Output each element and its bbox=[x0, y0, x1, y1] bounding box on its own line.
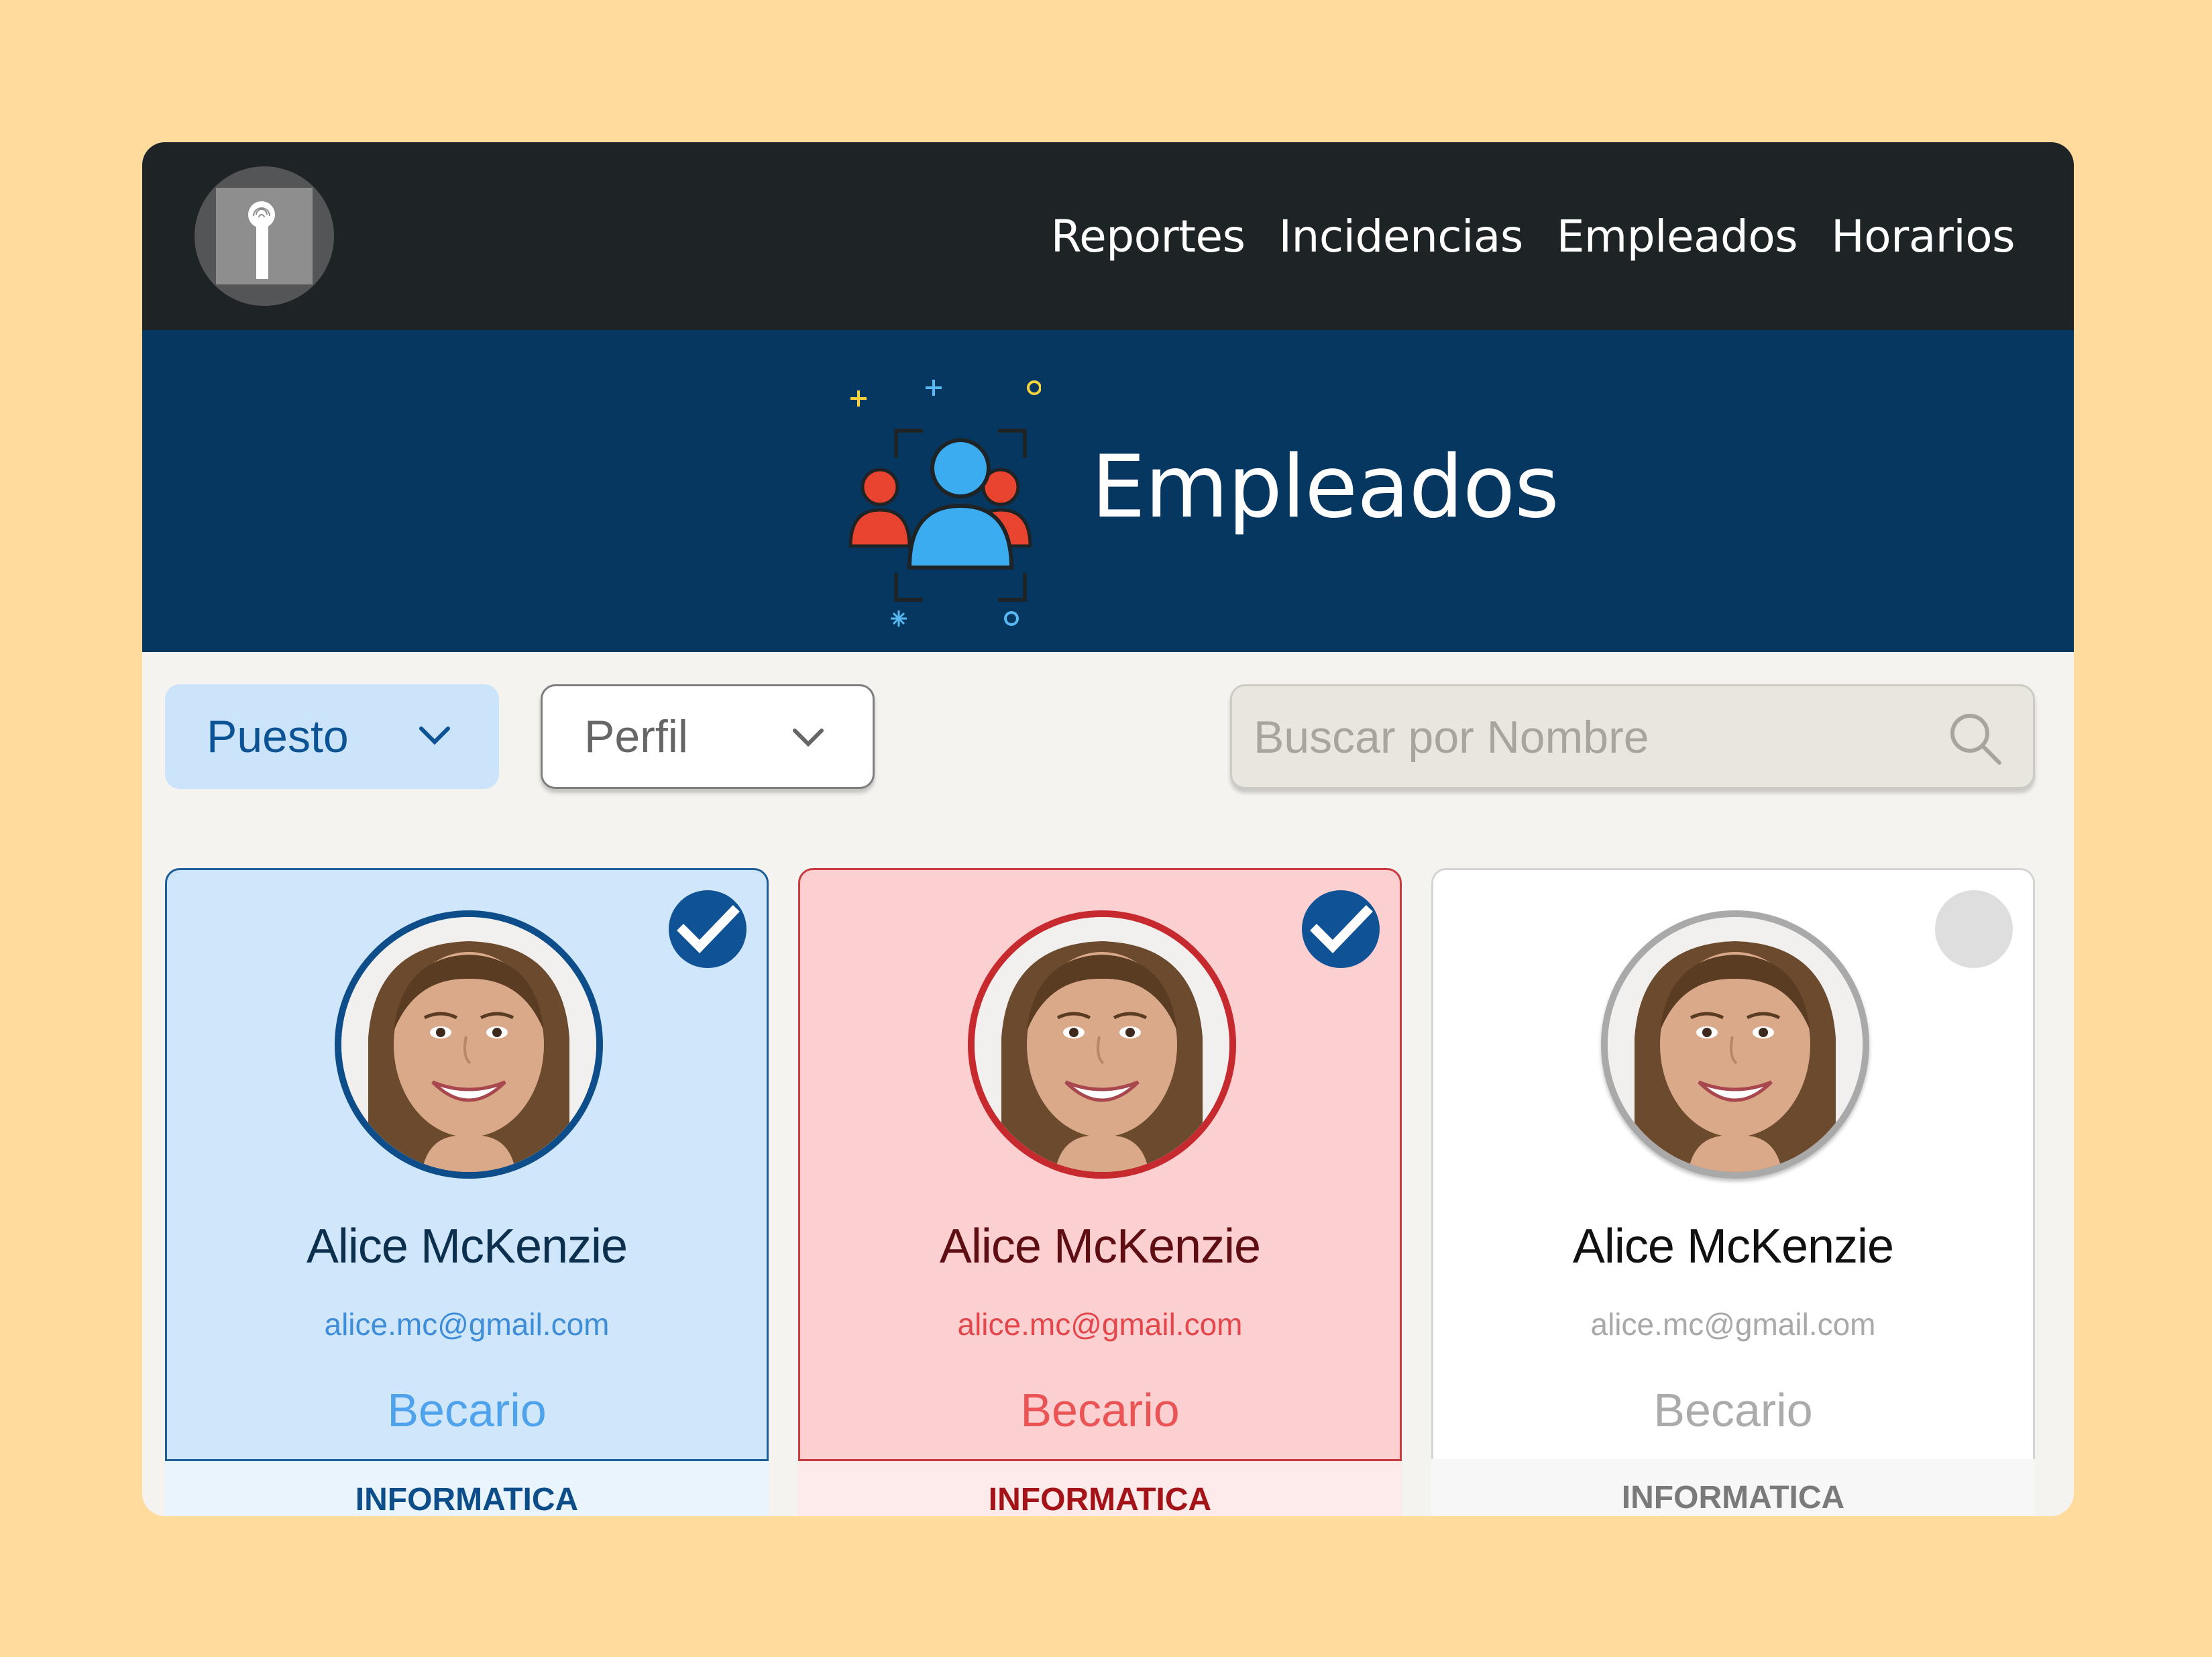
employee-name: Alice McKenzie bbox=[939, 1220, 1261, 1273]
employee-card[interactable]: Alice McKenzie alice.mc@gmail.com Becari… bbox=[798, 868, 1402, 1516]
employee-department: INFORMATICA bbox=[798, 1459, 1402, 1516]
page-title: Empleados bbox=[1091, 437, 1559, 537]
perfil-filter-label: Perfil bbox=[584, 711, 688, 762]
checkmark-icon bbox=[677, 905, 740, 953]
app-window: Reportes Incidencias Empleados Horarios bbox=[142, 142, 2074, 1516]
avatar bbox=[968, 910, 1236, 1179]
employee-department: INFORMATICA bbox=[165, 1459, 769, 1516]
search-input[interactable] bbox=[1252, 686, 1912, 788]
employees-group-icon bbox=[848, 380, 1041, 627]
selected-check-icon[interactable] bbox=[1302, 890, 1380, 968]
employee-name: Alice McKenzie bbox=[306, 1220, 628, 1273]
avatar bbox=[335, 910, 603, 1179]
employee-card[interactable]: Alice McKenzie alice.mc@gmail.com Becari… bbox=[165, 868, 769, 1516]
avatar bbox=[1601, 910, 1869, 1179]
hero-banner: Empleados bbox=[142, 330, 2074, 652]
employee-card[interactable]: Alice McKenzie alice.mc@gmail.com Becari… bbox=[1431, 868, 2035, 1516]
employee-name: Alice McKenzie bbox=[1572, 1220, 1894, 1273]
employee-email: alice.mc@gmail.com bbox=[324, 1307, 610, 1342]
app-logo[interactable] bbox=[195, 166, 334, 306]
puesto-filter-label: Puesto bbox=[207, 711, 349, 762]
employee-photo bbox=[1608, 917, 1863, 1172]
main-nav: Reportes Incidencias Empleados Horarios bbox=[1051, 142, 2015, 330]
search-box bbox=[1230, 684, 2035, 789]
search-icon[interactable] bbox=[1947, 710, 2003, 767]
chevron-down-icon bbox=[419, 727, 450, 745]
checkmark-icon bbox=[1310, 905, 1373, 953]
employee-photo bbox=[341, 917, 596, 1172]
employee-role: Becario bbox=[387, 1384, 547, 1436]
top-navbar: Reportes Incidencias Empleados Horarios bbox=[142, 142, 2074, 330]
nav-empleados[interactable]: Empleados bbox=[1557, 211, 1798, 262]
employee-role: Becario bbox=[1020, 1384, 1180, 1436]
unselected-circle-icon[interactable] bbox=[1935, 890, 2013, 968]
puesto-filter-dropdown[interactable]: Puesto bbox=[165, 684, 499, 789]
nav-horarios[interactable]: Horarios bbox=[1831, 211, 2015, 262]
employee-email: alice.mc@gmail.com bbox=[1590, 1307, 1876, 1342]
nav-incidencias[interactable]: Incidencias bbox=[1279, 211, 1524, 262]
perfil-filter-dropdown[interactable]: Perfil bbox=[541, 684, 875, 789]
employee-photo bbox=[975, 917, 1229, 1172]
employee-email: alice.mc@gmail.com bbox=[957, 1307, 1243, 1342]
fingerprint-key-icon bbox=[248, 201, 275, 279]
employee-role: Becario bbox=[1653, 1384, 1813, 1436]
nav-reportes[interactable]: Reportes bbox=[1051, 211, 1246, 262]
chevron-down-icon bbox=[793, 729, 824, 747]
selected-check-icon[interactable] bbox=[669, 890, 746, 968]
employee-department: INFORMATICA bbox=[1431, 1459, 2035, 1516]
